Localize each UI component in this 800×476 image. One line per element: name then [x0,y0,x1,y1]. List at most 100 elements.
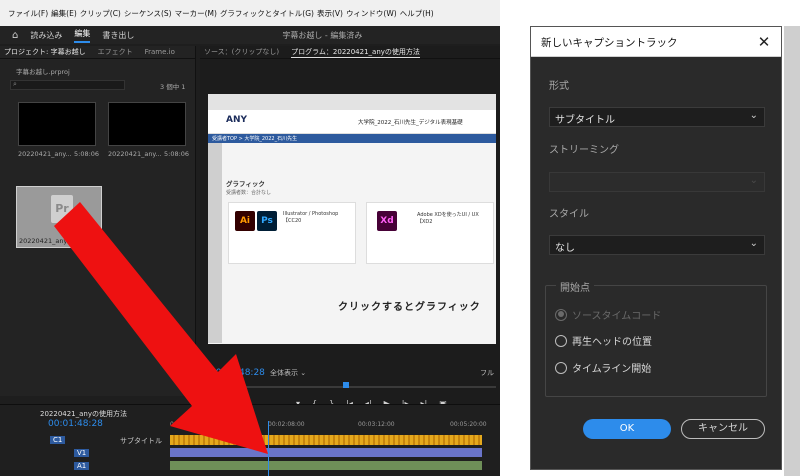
timeline-timecode[interactable]: 00:01:48:28 [48,419,103,429]
video-track-clip[interactable] [170,448,482,457]
radio-label: 再生ヘッドの位置 [572,337,652,348]
tab-frameio[interactable]: Frame.io [145,48,175,56]
style-label: スタイル [549,209,589,220]
clip-thumbnail-1[interactable] [18,102,96,146]
tab-project[interactable]: プロジェクト: 字幕お越し [4,47,86,57]
playhead-marker[interactable] [343,382,349,388]
site-logo: ANY [226,115,248,125]
scrub-bar[interactable] [208,386,496,388]
project-title: 字幕お越し - 編集済み [282,30,363,40]
close-icon[interactable]: ✕ [753,31,775,53]
new-caption-track-dialog: 新しいキャプショントラック ✕ 形式 サブタイトル ⌄ ストリーミング ⌄ スタ… [530,26,782,470]
course-title-1: Illustrator / Photoshop【CC20 [283,211,339,224]
premiere-window: ⌂ 読み込み 編集 書き出し 字幕お越し - 編集済み プロジェクト: 字幕お越… [0,26,500,476]
menu-window[interactable]: ウィンドウ(W) [346,8,397,19]
format-select[interactable]: サブタイトル ⌄ [549,107,765,127]
dialog-title: 新しいキャプショントラック [541,37,678,49]
ok-button[interactable]: OK [583,419,671,439]
xd-icon: Xd [377,211,397,231]
chevron-down-icon: ⌄ [749,110,758,121]
radio-button [555,334,567,347]
clip-duration-2: 5:08:06 [164,150,190,158]
subtitle-track-label: サブタイトル [120,437,162,445]
caption-track-clip[interactable] [170,435,482,445]
style-select[interactable]: なし ⌄ [549,235,765,255]
clip-thumbnail-2[interactable] [108,102,186,146]
radio-button [555,361,567,374]
course-header: 大学院_2022_石川先生_デジタル表現基礎 [358,120,463,126]
resolution-select[interactable]: フル [480,368,494,378]
chevron-down-icon: ⌄ [749,175,758,186]
start-point-label: 開始点 [556,279,594,294]
project-search-input[interactable]: ⌕ [10,80,125,90]
program-monitor: ソース：(クリップなし) プログラム：20220421_anyの使用方法 ANY… [200,46,500,408]
tab-export[interactable]: 書き出し [102,30,134,41]
tab-effects[interactable]: エフェクト [98,47,133,57]
program-timecode[interactable]: 00:01:48:28 [210,368,265,378]
menu-file[interactable]: ファイル(F) [8,8,48,19]
photoshop-icon: Ps [257,211,277,231]
course-title-2: Adobe XDを使ったUI / UX【XD2 [417,212,479,225]
section-heading: グラフィック [226,180,265,188]
project-file-name: 字幕お越し.prproj [16,68,70,76]
zoom-level-select[interactable]: 全体表示 ⌄ [270,368,306,378]
home-icon[interactable]: ⌂ [12,30,18,41]
section-subheading: 受講者数：合計なし [226,190,272,196]
menu-graphics[interactable]: グラフィックとタイトル(G) [220,8,314,19]
track-a1-label[interactable]: A1 [74,462,90,470]
site-header: ANY 大学院_2022_石川先生_デジタル表現基礎 [208,110,496,134]
timeline-tab[interactable]: 20220421_anyの使用方法 [40,409,127,419]
audio-track-clip[interactable] [170,461,482,470]
tab-import[interactable]: 読み込み [30,30,62,41]
clip-thumbnail-3[interactable]: Pr 20220421_any... 5:04:27 [16,186,102,248]
timeline-panel: 20220421_anyの使用方法 00:01:48:28 00:00 00:0… [0,404,500,476]
streaming-label: ストリーミング [549,145,619,156]
illustrator-icon: Ai [235,211,255,231]
site-nav: 受講者TOP > 大学院_2022_石川先生 [208,134,496,143]
streaming-select[interactable]: ⌄ [549,172,765,192]
ruler-mark-4: 00:05:20:00 [450,421,487,428]
dialog-titlebar: 新しいキャプショントラック ✕ [531,27,781,57]
site-sidebar [208,143,222,343]
search-icon: ⌕ [13,80,17,88]
ruler-mark-3: 00:03:12:00 [358,421,395,428]
project-panel-tabs: プロジェクト: 字幕お越し エフェクト Frame.io [0,46,195,59]
caption-overlay-text: クリックするとグラフィック [338,302,481,313]
cancel-button[interactable]: キャンセル [681,419,765,439]
background-window-edge [784,26,800,476]
radio-timeline-start[interactable]: タイムライン開始 [555,360,651,375]
tab-source[interactable]: ソース：(クリップなし) [204,47,279,57]
timeline-playhead[interactable] [268,421,269,476]
workspace-bar: ⌂ 読み込み 編集 書き出し 字幕お越し - 編集済み [0,26,500,44]
format-value: サブタイトル [555,115,615,126]
track-c1-label[interactable]: C1 [50,436,66,444]
chevron-down-icon: ⌄ [749,238,758,249]
menu-help[interactable]: ヘルプ(H) [400,8,434,19]
track-v1-label[interactable]: V1 [74,449,90,457]
radio-label: ソースタイムコード [572,311,662,322]
menu-view[interactable]: 表示(V) [317,8,343,19]
project-panel: プロジェクト: 字幕お越し エフェクト Frame.io 字幕お越し.prpro… [0,46,196,396]
menu-marker[interactable]: マーカー(M) [175,8,217,19]
menu-sequence[interactable]: シーケンス(S) [124,8,172,19]
zoom-level-label: 全体表示 [270,369,298,377]
format-label: 形式 [549,81,569,92]
tab-program[interactable]: プログラム：20220421_anyの使用方法 [291,47,420,58]
clip-duration-1: 5:08:06 [74,150,100,158]
radio-source-timecode[interactable]: ソースタイムコード [555,307,661,322]
style-value: なし [555,243,575,254]
monitor-tabs: ソース：(クリップなし) プログラム：20220421_anyの使用方法 [200,46,500,59]
menu-bar: ファイル(F) 編集(E) クリップ(C) シーケンス(S) マーカー(M) グ… [0,0,500,26]
clip-name-1: 20220421_any... [18,150,72,158]
radio-playhead-position[interactable]: 再生ヘッドの位置 [555,333,652,348]
browser-url-bar [208,94,496,110]
ruler-mark-1: 00:00 [170,421,188,428]
menu-edit[interactable]: 編集(E) [51,8,77,19]
course-card-2: Xd Adobe XDを使ったUI / UX【XD2 [366,202,494,264]
course-card-1: Ai Ps Illustrator / Photoshop【CC20 [228,202,356,264]
video-frame: ANY 大学院_2022_石川先生_デジタル表現基礎 受講者TOP > 大学院_… [208,94,496,344]
tab-edit[interactable]: 編集 [74,28,91,43]
menu-clip[interactable]: クリップ(C) [80,8,121,19]
clip-name-2: 20220421_any... [108,150,162,158]
radio-label: タイムライン開始 [572,364,652,375]
